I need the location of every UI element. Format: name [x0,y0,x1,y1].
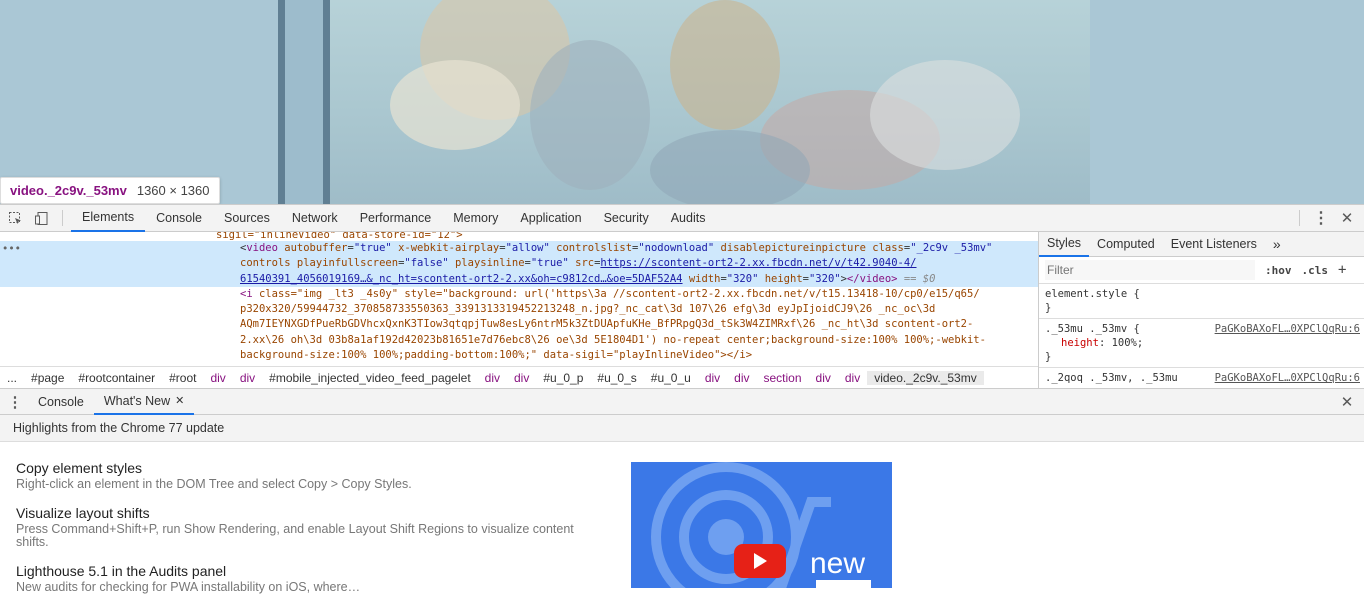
class-toggle-button[interactable]: .cls [1302,264,1329,277]
breadcrumb-item[interactable]: div [698,371,727,385]
elements-dom-tree[interactable]: sigil="inlineVideo" data-store-id="12"> … [0,232,1038,366]
toolbar-divider [1299,210,1300,226]
breadcrumb-item[interactable]: div [838,371,867,385]
breadcrumb-item[interactable]: #rootcontainer [71,371,162,385]
rule-source-link[interactable]: PaGKoBAXoFL…0XPClQqRu:6 [1215,322,1360,336]
close-drawer-icon[interactable]: ✕ [1334,389,1360,415]
dom-line[interactable]: 2.xx\26 oh\3d 03b8a1af192d42023b81651e7d… [0,333,1038,348]
tab-elements[interactable]: Elements [71,205,146,232]
style-rule-element[interactable]: element.style { } [1039,284,1364,319]
breadcrumb-item[interactable]: #u_0_s [590,371,643,385]
feature-title[interactable]: Visualize layout shifts [16,505,596,521]
feature-item: Visualize layout shifts Press Command+Sh… [16,505,596,549]
background-frame-inner [285,0,323,204]
device-toolbar-icon[interactable] [28,205,54,231]
breadcrumb-item[interactable]: div [478,371,507,385]
inspect-element-icon[interactable] [2,205,28,231]
play-button-icon[interactable] [734,544,786,578]
dom-line: <video autobuffer="true" x-webkit-airpla… [240,242,993,254]
tab-application[interactable]: Application [509,205,592,232]
breadcrumb-item[interactable]: div [233,371,262,385]
breadcrumb-item[interactable]: #page [24,371,71,385]
tab-performance[interactable]: Performance [349,205,443,232]
css-property[interactable]: height [1061,337,1099,349]
dom-line[interactable]: background-size:100% 100%;padding-bottom… [0,348,1038,363]
tooltip-dimensions: 1360 × 1360 [136,183,210,198]
whats-new-heading: Highlights from the Chrome 77 update [0,415,1364,442]
more-tabs-icon[interactable]: » [1265,232,1289,257]
new-rule-button[interactable]: + [1338,262,1346,278]
feature-title[interactable]: Copy element styles [16,460,596,476]
style-rule[interactable]: ._53mu ._53mv { PaGKoBAXoFL…0XPClQqRu:6 … [1039,319,1364,368]
tab-security[interactable]: Security [593,205,660,232]
styles-sidebar: Styles Computed Event Listeners » :hov .… [1038,232,1364,388]
devtools-toolbar: Elements Console Sources Network Perform… [0,204,1364,232]
more-options-icon[interactable]: ⋮ [1308,205,1334,231]
feature-item: Lighthouse 5.1 in the Audits panel New a… [16,563,596,594]
breadcrumb-item[interactable]: div [203,371,232,385]
breadcrumb-item[interactable]: #root [162,371,203,385]
drawer-tabbar: ⋮ Console What's New ✕ ✕ [0,388,1364,415]
feature-desc: Press Command+Shift+P, run Show Renderin… [16,522,574,549]
tooltip-selector: video._2c9v._53mv [10,183,127,198]
dom-line: 61540391_4056019169…&_nc_ht=scontent-ort… [240,272,936,285]
selected-dom-node[interactable]: <video autobuffer="true" x-webkit-airpla… [0,241,1038,287]
breadcrumb-item[interactable]: #u_0_p [536,371,590,385]
dom-line[interactable]: <i class="img _lt3 _4s0y" style="backgro… [0,287,1038,302]
breadcrumb-item[interactable]: ... [0,371,24,385]
element-tooltip: video._2c9v._53mv 1360 × 1360 [0,177,220,204]
dom-line[interactable]: p320x320/59944732_370858733550363_339131… [0,302,1038,317]
breadcrumb-item-current[interactable]: video._2c9v._53mv [867,370,984,385]
feature-desc: Right-click an element in the DOM Tree a… [16,477,412,491]
dom-line[interactable]: AQm7IEYNXGDfPueRbGDVhcxQxnK3TIow3qtqpjTu… [0,317,1038,332]
drawer-tab-console[interactable]: Console [28,389,94,415]
src-link[interactable]: https://scontent-ort2-2.xx.fbcdn.net/v/t… [600,257,916,269]
hover-state-button[interactable]: :hov [1265,264,1292,277]
tab-network[interactable]: Network [281,205,349,232]
video-element[interactable] [330,0,1090,204]
page-viewport: video._2c9v._53mv 1360 × 1360 [0,0,1364,204]
node-actions-ellipsis[interactable]: ••• [0,242,21,257]
style-rule[interactable]: ._2qoq ._53mv, ._53mu PaGKoBAXoFL…0XPClQ… [1039,368,1364,388]
breadcrumb-item[interactable]: div [507,371,536,385]
src-link[interactable]: 61540391_4056019169…&_nc_ht=scontent-ort… [240,273,683,285]
tab-sources[interactable]: Sources [213,205,281,232]
breadcrumb-item[interactable]: div [727,371,756,385]
breadcrumb-item[interactable]: #mobile_injected_video_feed_pagelet [262,371,478,385]
feature-title[interactable]: Lighthouse 5.1 in the Audits panel [16,563,596,579]
tab-computed[interactable]: Computed [1089,232,1163,257]
promo-label: new [810,547,866,580]
close-devtools-icon[interactable]: ✕ [1334,205,1360,231]
toolbar-divider [62,210,63,226]
close-tab-icon[interactable]: ✕ [175,394,184,407]
breadcrumb: ... #page #rootcontainer #root div div #… [0,366,1038,388]
drawer-menu-icon[interactable]: ⋮ [2,389,28,415]
styles-filter-input[interactable] [1045,260,1255,280]
styles-filter-row: :hov .cls + [1039,257,1364,284]
tab-styles[interactable]: Styles [1039,232,1090,257]
css-value[interactable]: 100%; [1112,337,1144,349]
tab-audits[interactable]: Audits [660,205,717,232]
tab-event-listeners[interactable]: Event Listeners [1163,232,1265,257]
rule-source-link[interactable]: PaGKoBAXoFL…0XPClQqRu:6 [1215,371,1360,385]
tab-memory[interactable]: Memory [442,205,509,232]
feature-item: Copy element styles Right-click an eleme… [16,460,596,491]
dom-line[interactable]: sigil="inlineVideo" data-store-id="12"> [0,232,1038,241]
breadcrumb-item[interactable]: div [809,371,838,385]
breadcrumb-item[interactable]: #u_0_u [644,371,698,385]
styles-tabs: Styles Computed Event Listeners » [1039,232,1364,257]
drawer-tab-whats-new[interactable]: What's New ✕ [93,389,195,415]
dom-line: controls playinfullscreen="false" playsi… [240,257,917,270]
breadcrumb-item[interactable]: section [757,371,809,385]
tab-console[interactable]: Console [145,205,213,232]
